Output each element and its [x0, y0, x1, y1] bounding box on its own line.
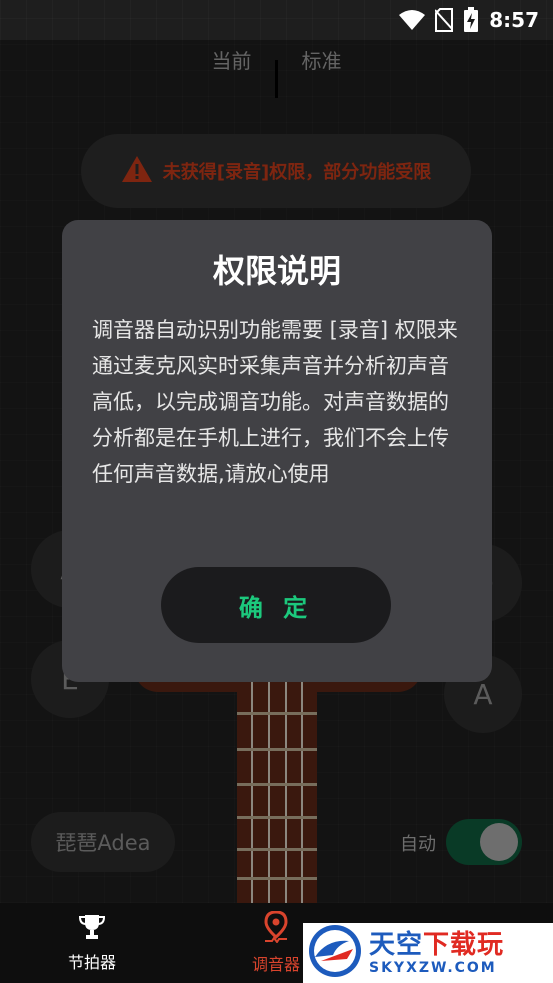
no-sim-icon	[435, 8, 454, 32]
dialog-title: 权限说明	[212, 252, 341, 290]
watermark-en: SKYXZW.COM	[369, 959, 497, 976]
watermark-logo-icon	[307, 923, 363, 983]
confirm-button[interactable]: 确 定	[161, 567, 391, 643]
location-pin-icon	[263, 910, 289, 947]
status-time: 8:57	[489, 8, 539, 32]
status-bar: 8:57	[0, 0, 553, 40]
battery-charging-icon	[463, 7, 479, 33]
watermark-cn: 天空下载玩	[369, 929, 505, 960]
site-watermark: 天空下载玩 SKYXZW.COM	[303, 923, 553, 983]
dialog-body: 调音器自动识别功能需要 [录音] 权限来通过麦克风实时采集声音并分析初声音高低，…	[92, 318, 458, 486]
permission-dialog: 权限说明 调音器自动识别功能需要 [录音] 权限来通过麦克风实时采集声音并分析初…	[62, 220, 492, 682]
nav-item-metronome[interactable]: 节拍器	[0, 903, 184, 983]
nav-label: 调音器	[251, 955, 300, 974]
trophy-icon	[78, 913, 106, 945]
wifi-icon	[399, 9, 426, 31]
nav-label: 节拍器	[67, 953, 116, 972]
watermark-text: 天空下载玩 SKYXZW.COM	[369, 932, 504, 975]
